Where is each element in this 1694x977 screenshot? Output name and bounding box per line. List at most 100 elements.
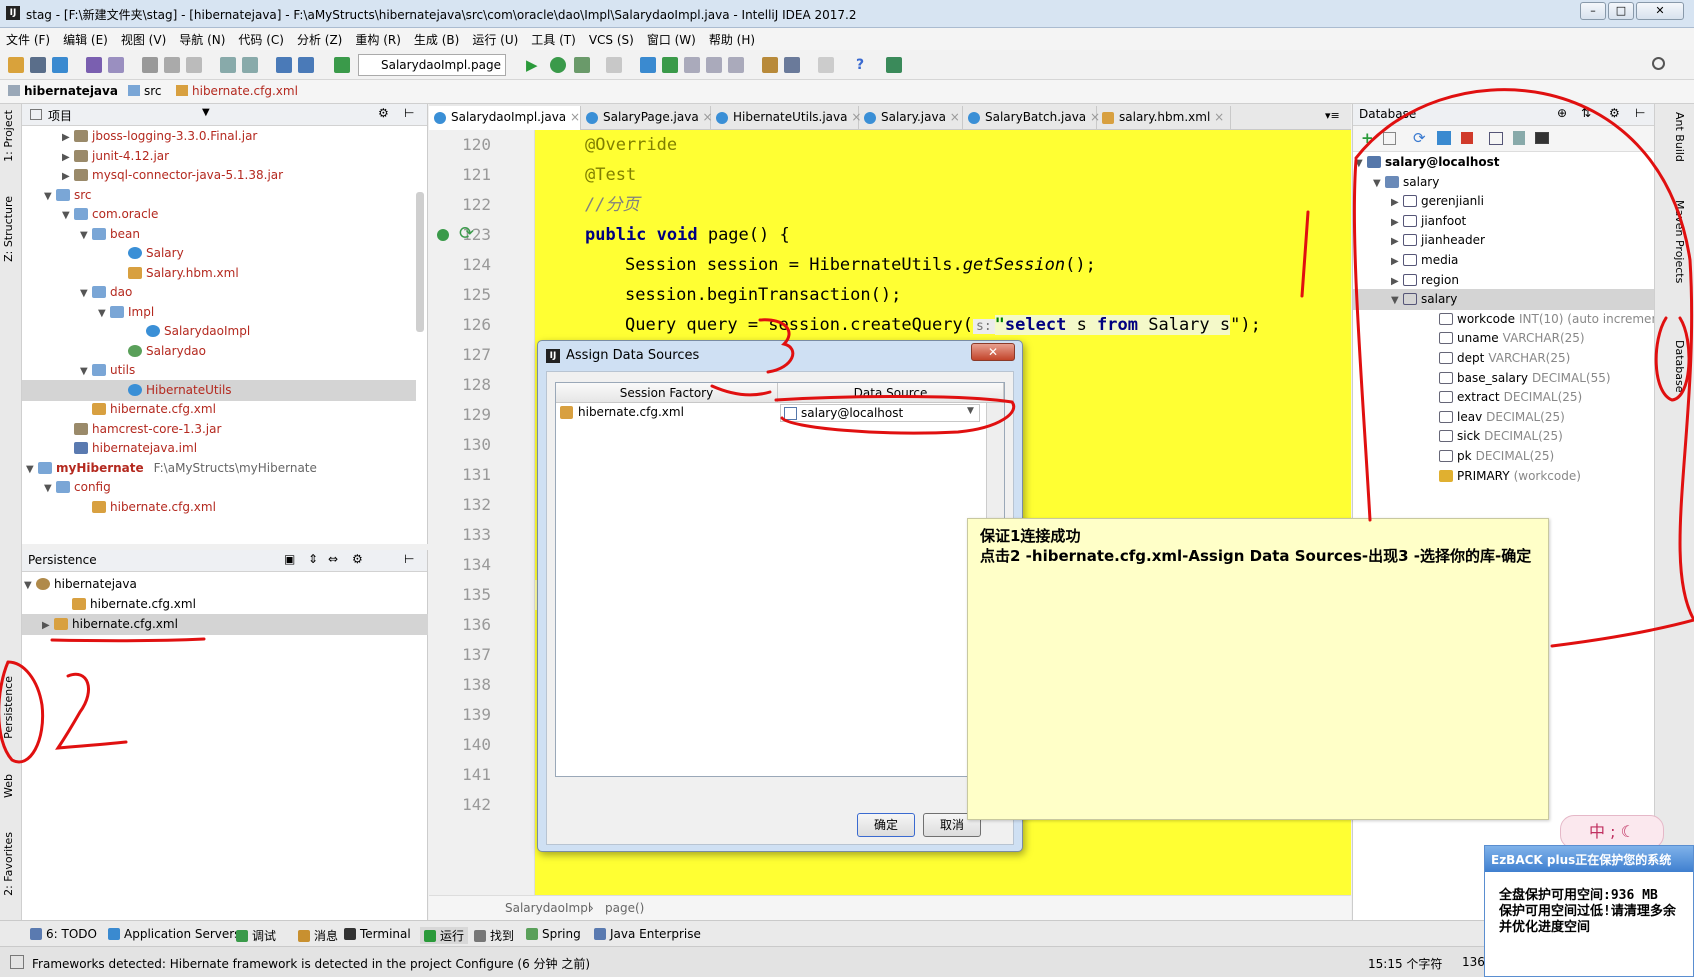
debug-icon[interactable] — [550, 57, 566, 73]
tree-row[interactable]: ▼ salary — [1353, 289, 1655, 311]
table-row[interactable]: hibernate.cfg.xml salary@localhost ▼ — [556, 403, 1004, 423]
tree-row[interactable]: ▼ salary — [1353, 172, 1655, 193]
dialog-close-button[interactable]: ✕ — [971, 343, 1015, 361]
tree-row[interactable]: pk DECIMAL(25) — [1353, 446, 1655, 467]
bottom-tab[interactable]: 运行 — [420, 927, 469, 944]
paste-icon[interactable] — [186, 57, 202, 73]
tree-row[interactable]: Salary.hbm.xml — [22, 263, 416, 284]
vcs-compare-icon[interactable] — [684, 57, 700, 73]
tree-row[interactable]: ▼ utils — [22, 360, 416, 381]
tree-row[interactable]: SalarydaoImpl — [22, 321, 416, 342]
run-config-select[interactable]: SalarydaoImpl.page — [358, 54, 506, 76]
tree-row[interactable]: base_salary DECIMAL(55) — [1353, 368, 1655, 389]
hide-panel-icon[interactable]: ⊢ — [1635, 106, 1645, 120]
save-icon[interactable] — [30, 57, 46, 73]
bottom-tab[interactable]: 消息 — [298, 927, 338, 944]
help-icon[interactable]: ? — [852, 57, 868, 73]
chevron-right-icon[interactable]: ▶ — [42, 615, 54, 636]
tree-row[interactable]: hibernate.cfg.xml — [22, 497, 416, 518]
tree-row[interactable]: ▶ jboss-logging-3.3.0.Final.jar — [22, 126, 416, 147]
tree-row[interactable]: ▶ gerenjianli — [1353, 191, 1655, 212]
status-message[interactable]: Frameworks detected: Hibernate framework… — [32, 955, 590, 972]
tab-salary[interactable]: Salary.java × — [859, 106, 963, 130]
menu-item[interactable]: VCS (S) — [583, 30, 641, 47]
redo-icon[interactable] — [108, 57, 124, 73]
menu-item[interactable]: 分析 (Z) — [291, 28, 349, 48]
assign-data-source-icon[interactable]: ▣ — [284, 552, 295, 566]
tree-row[interactable]: ▶ region — [1353, 270, 1655, 291]
tree-row[interactable]: ▼ config — [22, 477, 416, 498]
breadcrumb-project[interactable]: hibernatejava — [8, 84, 118, 98]
tree-row[interactable]: HibernateUtils — [22, 379, 416, 401]
menu-item[interactable]: 窗口 (W) — [641, 28, 703, 48]
tree-row[interactable]: ▶ hibernate.cfg.xml — [22, 614, 428, 635]
vcs-history-icon[interactable] — [706, 57, 722, 73]
tree-row[interactable]: ▼ Impl — [22, 302, 416, 323]
stop-icon[interactable] — [606, 57, 622, 73]
tree-row[interactable]: ▼ salary@localhost — [1353, 152, 1655, 173]
project-tool-tab[interactable]: 1: Project — [2, 110, 15, 162]
ok-button[interactable]: 确定 — [857, 813, 915, 837]
project-panel-title[interactable]: 项目 — [48, 109, 72, 123]
editor-breadcrumb-class[interactable]: SalarydaoImpl — [505, 901, 591, 915]
tree-row[interactable]: ▼ dao — [22, 282, 416, 303]
vcs-commit-icon[interactable] — [662, 57, 678, 73]
tree-row[interactable]: ▼ bean — [22, 224, 416, 245]
bottom-tab[interactable]: 调试 — [236, 927, 276, 944]
bottom-tab[interactable]: Application Servers — [108, 927, 240, 941]
gear-icon[interactable]: ⚙ — [352, 552, 363, 566]
favorites-tool-tab[interactable]: 2: Favorites — [2, 832, 15, 896]
replace-icon[interactable] — [242, 57, 258, 73]
tree-row[interactable]: PRIMARY (workcode) — [1353, 466, 1655, 487]
bottom-tab[interactable]: Java Enterprise — [594, 927, 701, 941]
menu-item[interactable]: 代码 (C) — [232, 28, 291, 48]
gear-icon[interactable]: ⚙ — [378, 106, 389, 120]
tree-row[interactable]: leav DECIMAL(25) — [1353, 407, 1655, 428]
tree-row[interactable]: hibernate.cfg.xml — [22, 399, 416, 420]
build-icon[interactable] — [334, 57, 350, 73]
menu-item[interactable]: 文件 (F) — [0, 28, 57, 48]
frameworks-icon[interactable] — [10, 955, 24, 969]
globe-icon[interactable]: ⊕ — [1557, 106, 1567, 120]
tab-list-icon[interactable]: ▾≡ — [1325, 109, 1340, 122]
tab-salarybatch[interactable]: SalaryBatch.java × — [963, 106, 1100, 130]
menu-item[interactable]: 编辑 (E) — [57, 28, 115, 48]
ant-build-tool-tab[interactable]: Ant Build — [1673, 112, 1686, 162]
menu-item[interactable]: 导航 (N) — [173, 28, 232, 48]
add-icon[interactable]: + — [1361, 129, 1374, 147]
sync-icon[interactable] — [52, 57, 68, 73]
split-icon[interactable]: ⇅ — [1581, 106, 1591, 120]
tab-salarypage[interactable]: SalaryPage.java × — [581, 106, 713, 130]
tree-row[interactable]: hibernate.cfg.xml — [22, 594, 428, 615]
bottom-tab[interactable]: Terminal — [344, 927, 411, 941]
tree-row[interactable]: ▶ mysql-connector-java-5.1.38.jar — [22, 165, 416, 186]
tab-salary-hbm-xml[interactable]: salary.hbm.xml × — [1097, 106, 1231, 130]
maven-projects-tool-tab[interactable]: Maven Projects — [1673, 200, 1686, 283]
persistence-tool-tab[interactable]: Persistence — [2, 676, 15, 739]
hide-panel-icon[interactable]: ⊢ — [404, 552, 414, 566]
editor-breadcrumb-method[interactable]: page() — [605, 901, 644, 915]
minimize-button[interactable]: – — [1580, 2, 1606, 20]
maximize-button[interactable]: □ — [1608, 2, 1634, 20]
stop-icon[interactable] — [1461, 132, 1473, 144]
menu-item[interactable]: 帮助 (H) — [703, 28, 762, 48]
run-test-icon[interactable] — [437, 229, 449, 241]
cut-icon[interactable] — [142, 57, 158, 73]
tab-salarydaoimpl[interactable]: SalarydaoImpl.java × — [429, 106, 581, 130]
menu-item[interactable]: 运行 (U) — [466, 28, 525, 48]
breadcrumb-src[interactable]: src — [128, 84, 162, 98]
project-structure-icon[interactable] — [784, 57, 800, 73]
settings-icon[interactable] — [762, 57, 778, 73]
tree-row[interactable]: sick DECIMAL(25) — [1353, 426, 1655, 447]
find-icon[interactable] — [220, 57, 236, 73]
tree-row[interactable]: ▶ jianheader — [1353, 230, 1655, 251]
expand-all-icon[interactable]: ⇕ — [308, 552, 318, 566]
database-tool-tab[interactable]: Database — [1673, 340, 1686, 393]
data-source-select[interactable]: salary@localhost ▼ — [780, 404, 980, 422]
run-icon[interactable]: ▶ — [526, 57, 542, 73]
web-tool-tab[interactable]: Web — [2, 774, 15, 798]
caret-position[interactable]: 15:15 个字符 — [1368, 955, 1442, 972]
menu-item[interactable]: 重构 (R) — [349, 28, 408, 48]
copy-icon[interactable] — [164, 57, 180, 73]
hide-panel-icon[interactable]: ⊢ — [404, 106, 414, 120]
